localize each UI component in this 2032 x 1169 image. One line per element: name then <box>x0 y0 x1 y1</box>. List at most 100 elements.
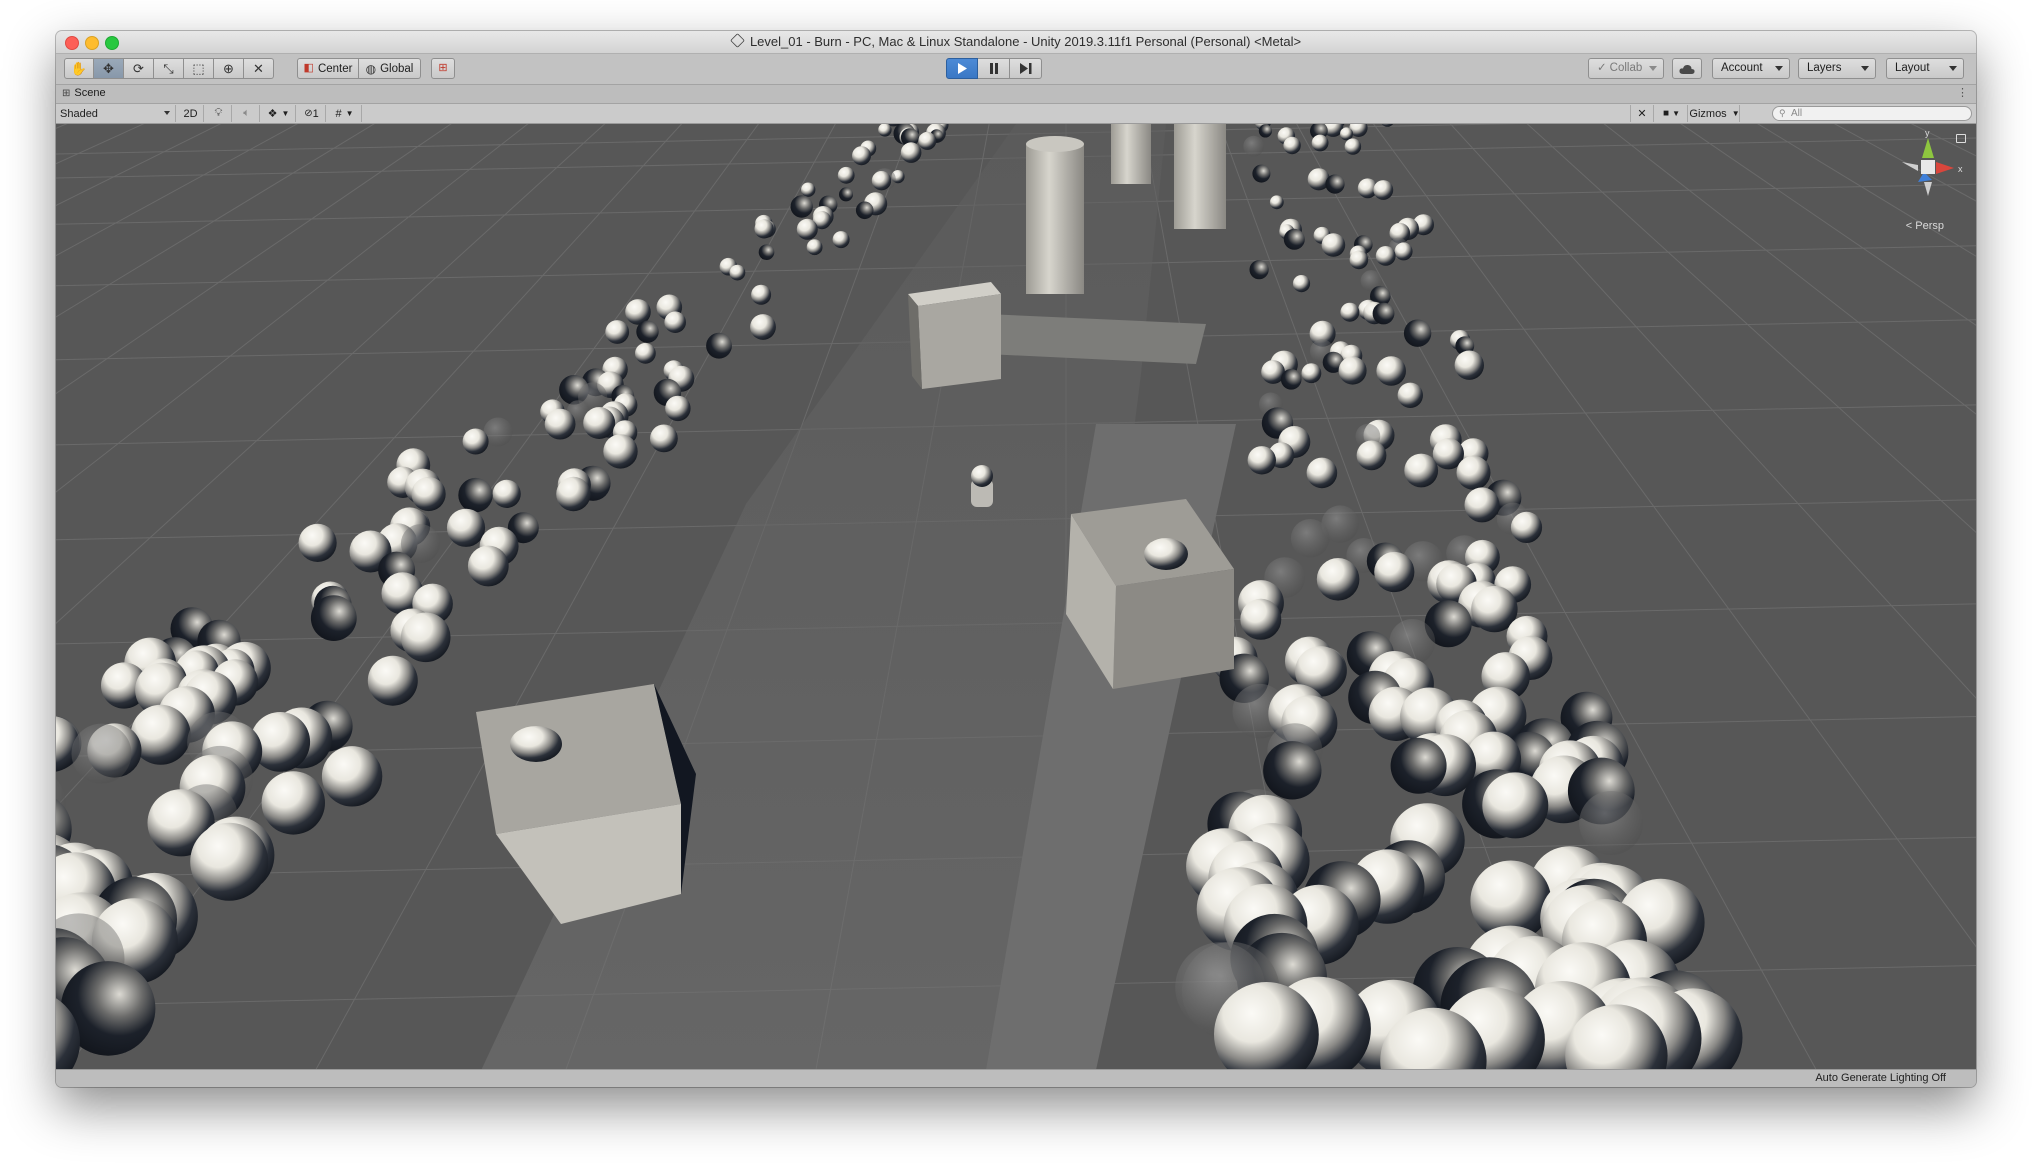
play-button[interactable] <box>946 58 978 79</box>
tab-scene-label: Scene <box>74 87 106 99</box>
layers-label: Layers <box>1807 62 1842 74</box>
sphere <box>583 407 616 439</box>
sphere <box>664 311 686 333</box>
status-bar: Auto Generate Lighting Off <box>56 1069 1976 1087</box>
sphere <box>1283 136 1301 155</box>
sphere <box>1397 382 1424 408</box>
sphere <box>1243 135 1265 157</box>
layers-dropdown[interactable]: Layers <box>1798 58 1876 79</box>
sphere <box>462 428 489 455</box>
sphere <box>467 545 509 587</box>
axis-x-label: x <box>1958 164 1963 174</box>
pivot-group: ◧ Center ◍ Global <box>297 58 421 79</box>
cube-far <box>908 282 1001 389</box>
rect-tool-button[interactable]: ⬚ <box>184 58 214 79</box>
lightbulb-icon: 💡︎ <box>214 107 223 119</box>
rotate-tool-button[interactable]: ⟳ <box>124 58 154 79</box>
chevron-down-icon <box>164 111 170 115</box>
lighting-toggle[interactable]: 💡︎ <box>206 105 232 122</box>
chevron-down-icon <box>1775 66 1783 71</box>
hidden-count: 1 <box>312 107 319 120</box>
sphere <box>1344 138 1362 155</box>
grid-icon: # <box>335 107 342 120</box>
sphere <box>1376 356 1406 386</box>
move-arrows-icon: ✥ <box>103 61 114 76</box>
draw-mode-dropdown[interactable]: Shaded <box>56 105 176 122</box>
sphere <box>1316 558 1360 601</box>
chevron-down-icon: ▼ <box>345 109 354 118</box>
scene-search-input[interactable]: ⚲ All <box>1772 106 1972 121</box>
gizmos-label: Gizmos <box>1689 107 1727 120</box>
sphere <box>650 424 678 453</box>
sphere <box>1240 598 1282 640</box>
sphere <box>321 746 383 807</box>
sphere <box>544 408 576 440</box>
move-tool-button[interactable]: ✥ <box>94 58 124 79</box>
sphere <box>839 187 853 202</box>
lighting-status[interactable]: Auto Generate Lighting Off <box>1815 1072 1946 1084</box>
cloud-icon <box>1679 64 1695 74</box>
sphere <box>751 284 772 305</box>
pivot-center-toggle[interactable]: ◧ Center <box>297 58 359 79</box>
scene-tab-bar: ⊞ Scene ⋮ <box>56 85 1976 104</box>
space-label: Global <box>380 62 414 75</box>
sphere <box>635 342 656 364</box>
sphere <box>400 612 451 663</box>
transform-tool-button[interactable]: ⊕ <box>214 58 244 79</box>
grid-dropdown[interactable]: # ▼ <box>328 105 362 122</box>
main-toolbar: ✋ ✥ ⟳ ⤡ ⬚ ⊕ ✕ ◧ Center ◍ Global ⊞ ✓ Collab … <box>56 54 1976 85</box>
gizmos-dropdown[interactable]: Gizmos ▼ <box>1689 105 1740 122</box>
step-button[interactable] <box>1010 58 1042 79</box>
cloud-services-button[interactable] <box>1672 58 1702 79</box>
effects-dropdown[interactable]: ❖ ▼ <box>262 105 296 122</box>
pivot-label: Center <box>317 62 353 75</box>
check-icon: ✓ <box>1597 62 1607 74</box>
axis-y-label: y <box>1925 130 1930 138</box>
mode-2d-label: 2D <box>183 107 198 120</box>
chevron-down-icon: ▼ <box>1672 109 1680 118</box>
custom-tool-button[interactable]: ✕ <box>244 58 274 79</box>
chevron-down-icon <box>1649 66 1657 71</box>
sphere <box>1263 741 1322 800</box>
sphere <box>1403 319 1432 347</box>
layout-dropdown[interactable]: Layout <box>1886 58 1964 79</box>
lock-icon[interactable] <box>1956 134 1966 143</box>
tab-menu-icon[interactable]: ⋮ <box>1957 86 1968 100</box>
tab-scene[interactable]: ⊞ Scene <box>62 87 106 99</box>
mode-2d-toggle[interactable]: 2D <box>178 105 204 122</box>
sphere <box>1306 457 1338 489</box>
title-bar: Level_01 - Burn - PC, Mac & Linux Standa… <box>56 31 1976 54</box>
sphere <box>446 508 486 547</box>
pause-button[interactable] <box>978 58 1010 79</box>
scene-3d-render[interactable] <box>56 124 1976 1070</box>
projection-toggle[interactable]: < Persp <box>1906 220 1944 232</box>
collab-dropdown[interactable]: ✓ Collab <box>1588 58 1664 79</box>
audio-toggle[interactable]: 🔈︎ <box>234 105 260 122</box>
window-title: Level_01 - Burn - PC, Mac & Linux Standa… <box>56 33 1976 49</box>
tools-toggle[interactable]: ✕ <box>1630 105 1654 122</box>
hand-tool-button[interactable]: ✋ <box>64 58 94 79</box>
sphere <box>1340 127 1353 141</box>
sphere <box>1325 174 1345 194</box>
hand-icon: ✋ <box>70 61 88 76</box>
draw-mode-label: Shaded <box>60 107 98 120</box>
unity-logo-icon <box>730 33 745 48</box>
grid-snap-button[interactable]: ⊞ <box>431 58 455 79</box>
space-global-toggle[interactable]: ◍ Global <box>359 58 421 79</box>
sphere <box>298 523 337 562</box>
orientation-gizmo[interactable]: y x <box>1888 130 1968 230</box>
account-dropdown[interactable]: Account <box>1712 58 1790 79</box>
scene-viewport[interactable]: y x < Persp <box>56 124 1976 1070</box>
camera-icon: ■ <box>1663 108 1670 119</box>
sphere <box>605 320 630 344</box>
chevron-down-icon <box>1861 66 1869 71</box>
scale-tool-button[interactable]: ⤡ <box>154 58 184 79</box>
sphere <box>367 655 418 706</box>
sphere <box>1301 363 1322 384</box>
collab-label: Collab <box>1609 62 1643 74</box>
sphere <box>190 822 269 901</box>
camera-dropdown[interactable]: ■ ▼ <box>1656 105 1688 122</box>
scene-visibility-toggle[interactable]: ⊘ 1 <box>298 105 326 122</box>
play-controls <box>946 58 1042 79</box>
sphere <box>1454 350 1485 380</box>
